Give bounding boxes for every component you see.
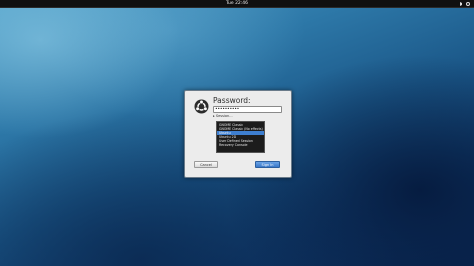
sign-in-button[interactable]: Sign In	[255, 161, 280, 168]
login-dialog: Password: •••••••••• ▸ Session... GNOME …	[184, 90, 292, 178]
session-option[interactable]: Recovery Console	[217, 143, 264, 147]
session-expander[interactable]: ▸ Session...	[213, 114, 233, 119]
top-panel: Tue 22:46	[0, 0, 474, 8]
cancel-button[interactable]: Cancel	[194, 161, 218, 168]
password-field[interactable]: ••••••••••	[213, 106, 282, 113]
ubuntu-logo-icon	[194, 99, 209, 114]
status-area	[460, 1, 470, 6]
password-label: Password:	[213, 96, 251, 105]
session-list[interactable]: GNOME Classic GNOME Classic (No effects)…	[216, 121, 265, 153]
power-icon[interactable]	[466, 1, 470, 6]
clock[interactable]: Tue 22:46	[0, 0, 474, 7]
volume-icon[interactable]	[460, 1, 463, 6]
